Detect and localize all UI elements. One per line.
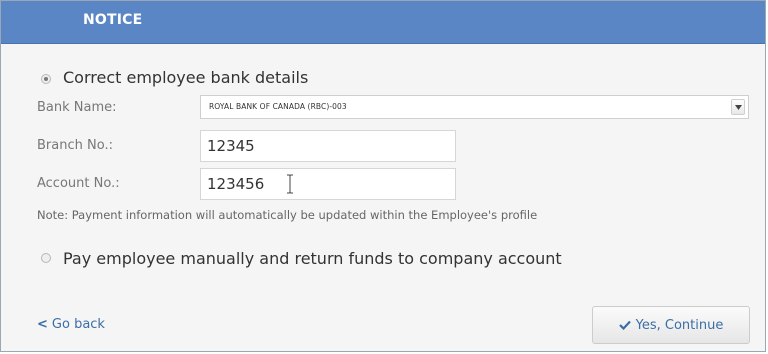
branch-number-label: Branch No.: [37, 138, 113, 153]
pay-manually-radio[interactable] [41, 253, 51, 263]
bank-name-select[interactable]: ROYAL BANK OF CANADA (RBC)-003 [200, 95, 749, 119]
yes-continue-button[interactable]: Yes, Continue [592, 306, 750, 344]
go-back-label: Go back [51, 317, 105, 332]
dialog-title: NOTICE [83, 12, 143, 28]
caret-down-icon[interactable] [731, 99, 745, 115]
pay-manually-label[interactable]: Pay employee manually and return funds t… [63, 249, 562, 268]
go-back-link[interactable]: < Go back [37, 317, 105, 332]
account-number-input[interactable] [200, 168, 456, 200]
notice-dialog: NOTICE Correct employee bank details Ban… [0, 0, 766, 352]
text-cursor-icon [287, 174, 293, 194]
yes-continue-label: Yes, Continue [635, 317, 724, 333]
account-number-label: Account No.: [37, 176, 120, 191]
dialog-header: NOTICE [1, 1, 765, 44]
correct-details-label[interactable]: Correct employee bank details [63, 68, 308, 87]
bank-name-value: ROYAL BANK OF CANADA (RBC)-003 [209, 102, 347, 111]
correct-details-radio[interactable] [41, 74, 51, 84]
chevron-left-icon: < [37, 317, 48, 332]
branch-number-input[interactable] [200, 130, 456, 162]
bank-name-label: Bank Name: [37, 100, 117, 115]
payment-note: Note: Payment information will automatic… [37, 208, 538, 222]
checkmark-icon [618, 320, 631, 330]
